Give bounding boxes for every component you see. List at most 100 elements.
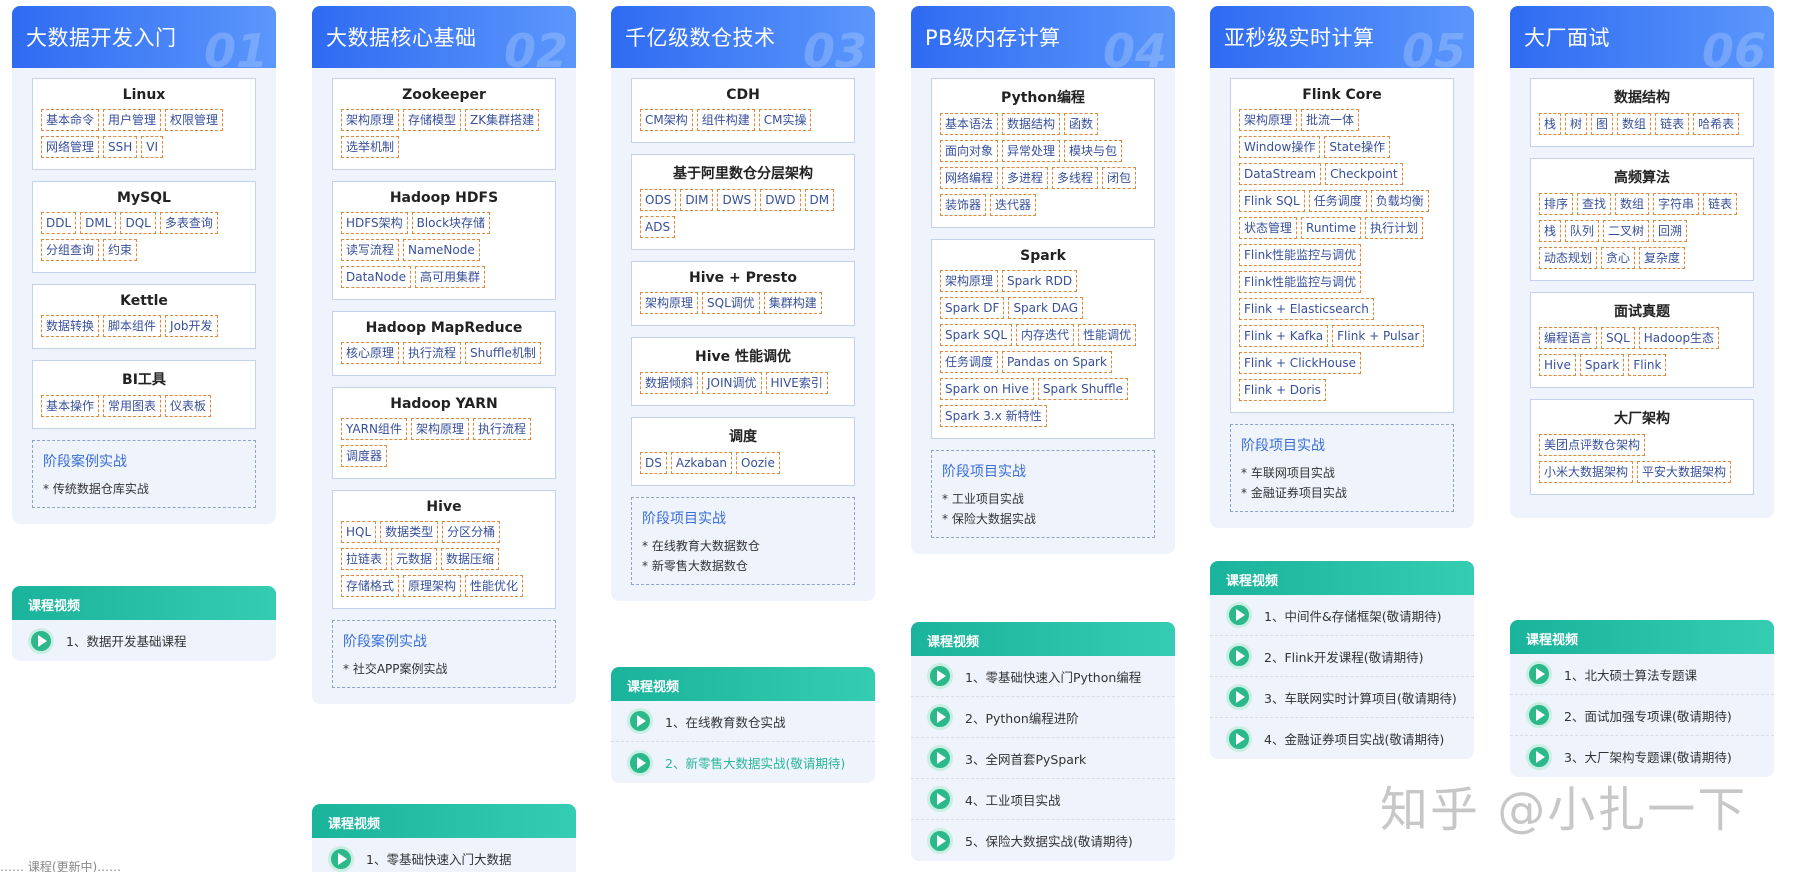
topic-tag[interactable]: 迭代器	[990, 194, 1037, 216]
topic-tag[interactable]: 拉链表	[341, 548, 388, 570]
video-item[interactable]: 1、在线教育数仓实战	[611, 701, 875, 742]
video-item[interactable]: 2、Flink开发课程(敬请期待)	[1210, 636, 1474, 677]
topic-tag[interactable]: 数组	[1615, 193, 1650, 215]
topic-tag[interactable]: 栈	[1539, 113, 1562, 135]
topic-tag[interactable]: 执行流程	[403, 342, 462, 364]
topic-tag[interactable]: 存储模型	[403, 109, 462, 131]
topic-tag[interactable]: 用户管理	[103, 109, 162, 131]
topic-tag[interactable]: CM架构	[640, 109, 693, 131]
topic-tag[interactable]: SQL	[1601, 327, 1635, 349]
topic-tag[interactable]: 装饰器	[940, 194, 987, 216]
topic-tag[interactable]: 分区分桶	[442, 521, 501, 543]
topic-tag[interactable]: Flink + Elasticsearch	[1239, 298, 1374, 320]
topic-tag[interactable]: 数据类型	[380, 521, 439, 543]
topic-tag[interactable]: 队列	[1565, 220, 1600, 242]
topic-tag[interactable]: 数据转换	[41, 315, 100, 337]
play-icon[interactable]	[927, 745, 953, 771]
play-icon[interactable]	[627, 708, 653, 734]
play-icon[interactable]	[927, 704, 953, 730]
topic-tag[interactable]: 二叉树	[1603, 220, 1650, 242]
topic-tag[interactable]: Spark DF	[940, 297, 1005, 319]
topic-tag[interactable]: 模块与包	[1064, 140, 1123, 162]
topic-tag[interactable]: 字符串	[1653, 193, 1700, 215]
topic-tag[interactable]: DIM	[680, 189, 714, 211]
play-icon[interactable]	[627, 749, 653, 776]
topic-tag[interactable]: 编程语言	[1539, 327, 1598, 349]
topic-tag[interactable]: 小米大数据架构	[1539, 461, 1634, 483]
topic-tag[interactable]: 网络管理	[41, 136, 100, 158]
topic-tag[interactable]: 函数	[1064, 113, 1099, 135]
topic-tag[interactable]: Flink SQL	[1239, 190, 1305, 212]
topic-tag[interactable]: 读写流程	[341, 239, 400, 261]
topic-tag[interactable]: 脚本组件	[103, 315, 162, 337]
topic-tag[interactable]: 数组	[1617, 113, 1652, 135]
topic-tag[interactable]: 链表	[1703, 193, 1738, 215]
topic-tag[interactable]: 架构原理	[410, 418, 469, 440]
topic-tag[interactable]: 异常处理	[1002, 140, 1061, 162]
topic-tag[interactable]: 仪表板	[165, 395, 212, 417]
topic-tag[interactable]: DQL	[120, 212, 156, 234]
video-item[interactable]: 4、工业项目实战	[911, 779, 1175, 820]
play-icon[interactable]	[1226, 643, 1252, 669]
play-icon[interactable]	[927, 663, 953, 689]
play-icon[interactable]	[1226, 684, 1252, 710]
topic-tag[interactable]: VI	[141, 136, 164, 158]
topic-tag[interactable]: 回溯	[1653, 220, 1688, 242]
video-item[interactable]: 2、面试加强专项课(敬请期待)	[1510, 695, 1774, 736]
topic-tag[interactable]: 高可用集群	[414, 266, 485, 288]
topic-tag[interactable]: 链表	[1655, 113, 1690, 135]
video-item[interactable]: 1、零基础快速入门大数据	[312, 838, 576, 872]
topic-tag[interactable]: Spark	[1579, 354, 1625, 376]
topic-tag[interactable]: SQL调优	[702, 292, 760, 314]
topic-tag[interactable]: Flink + Pulsar	[1332, 325, 1425, 347]
video-item[interactable]: 1、中间件&存储框架(敬请期待)	[1210, 595, 1474, 636]
topic-tag[interactable]: DM	[804, 189, 835, 211]
topic-tag[interactable]: 性能优化	[465, 575, 524, 597]
topic-tag[interactable]: 平安大数据架构	[1637, 461, 1732, 483]
topic-tag[interactable]: 存储格式	[341, 575, 400, 597]
topic-tag[interactable]: YARN组件	[341, 418, 407, 440]
topic-tag[interactable]: 权限管理	[165, 109, 224, 131]
topic-tag[interactable]: Flink性能监控与调优	[1239, 244, 1362, 266]
topic-tag[interactable]: 多线程	[1052, 167, 1099, 189]
video-item[interactable]: 4、金融证券项目实战(敬请期待)	[1210, 718, 1474, 759]
topic-tag[interactable]: 数据倾斜	[640, 372, 699, 394]
topic-tag[interactable]: 常用图表	[103, 395, 162, 417]
topic-tag[interactable]: 栈	[1539, 220, 1562, 242]
topic-tag[interactable]: ZK集群搭建	[465, 109, 540, 131]
topic-tag[interactable]: 基本命令	[41, 109, 100, 131]
topic-tag[interactable]: Block块存储	[411, 212, 491, 234]
topic-tag[interactable]: Flink + Kafka	[1239, 325, 1329, 347]
topic-tag[interactable]: DataNode	[341, 266, 411, 288]
topic-tag[interactable]: DWS	[717, 189, 757, 211]
topic-tag[interactable]: 调度器	[341, 445, 388, 467]
play-icon[interactable]	[1526, 702, 1552, 728]
topic-tag[interactable]: 基本语法	[940, 113, 999, 135]
video-item[interactable]: 3、车联网实时计算项目(敬请期待)	[1210, 677, 1474, 718]
topic-tag[interactable]: 图	[1591, 113, 1614, 135]
topic-tag[interactable]: DDL	[41, 212, 77, 234]
play-icon[interactable]	[328, 845, 354, 872]
video-item[interactable]: 1、北大硕士算法专题课	[1510, 654, 1774, 695]
topic-tag[interactable]: Hive	[1539, 354, 1576, 376]
topic-tag[interactable]: 数据结构	[1002, 113, 1061, 135]
topic-tag[interactable]: 基本操作	[41, 395, 100, 417]
topic-tag[interactable]: 负载均衡	[1370, 190, 1429, 212]
video-item[interactable]: 2、新零售大数据实战(敬请期待)	[611, 742, 875, 783]
topic-tag[interactable]: 集群构建	[763, 292, 822, 314]
topic-tag[interactable]: 任务调度	[1308, 190, 1367, 212]
topic-tag[interactable]: Pandas on Spark	[1002, 351, 1112, 373]
play-icon[interactable]	[1526, 743, 1552, 770]
topic-tag[interactable]: HIVE索引	[765, 372, 828, 394]
topic-tag[interactable]: 哈希表	[1693, 113, 1740, 135]
topic-tag[interactable]: 数据压缩	[441, 548, 500, 570]
topic-tag[interactable]: 架构原理	[940, 270, 999, 292]
topic-tag[interactable]: Flink + ClickHouse	[1239, 352, 1362, 374]
topic-tag[interactable]: Spark RDD	[1002, 270, 1078, 292]
topic-tag[interactable]: 树	[1565, 113, 1588, 135]
topic-tag[interactable]: Spark SQL	[940, 324, 1013, 346]
topic-tag[interactable]: 面向对象	[940, 140, 999, 162]
play-icon[interactable]	[1526, 661, 1552, 687]
topic-tag[interactable]: 查找	[1577, 193, 1612, 215]
topic-tag[interactable]: 架构原理	[1239, 109, 1298, 131]
